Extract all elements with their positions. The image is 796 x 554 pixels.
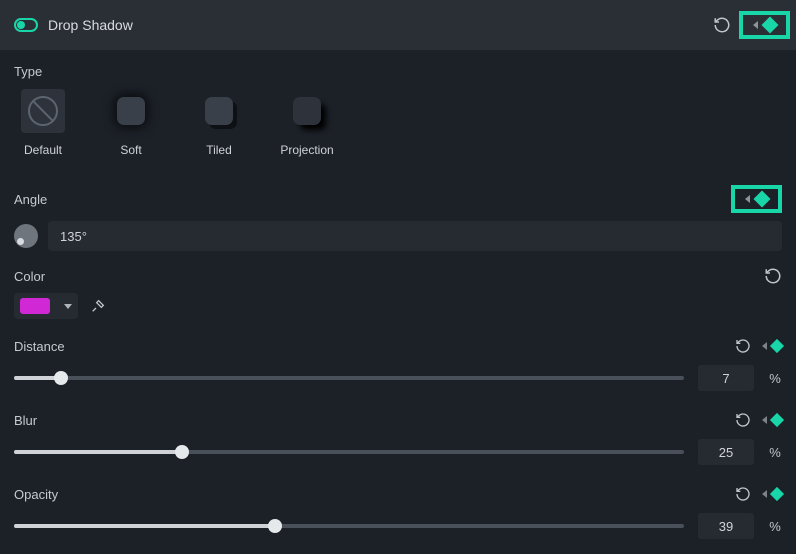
panel-title: Drop Shadow (48, 17, 133, 33)
type-option-tiled[interactable]: Tiled (190, 89, 248, 157)
opacity-row: Opacity 39 % (14, 485, 782, 539)
reset-icon[interactable] (713, 16, 731, 34)
distance-slider[interactable] (14, 376, 684, 380)
type-option-projection[interactable]: Projection (278, 89, 336, 157)
type-option-soft[interactable]: Soft (102, 89, 160, 157)
blur-value[interactable]: 25 (698, 439, 754, 465)
distance-unit: % (768, 371, 782, 386)
type-label: Type (14, 64, 782, 79)
color-swatch (20, 298, 50, 314)
blur-keyframe-button[interactable] (762, 415, 782, 425)
color-head: Color (14, 267, 782, 285)
opacity-label: Opacity (14, 487, 58, 502)
type-swatch-default (21, 89, 65, 133)
angle-head: Angle (14, 185, 782, 213)
angle-row: Angle 135° (14, 185, 782, 251)
keyframe-prev-icon (762, 490, 767, 498)
chevron-down-icon (64, 304, 72, 309)
opacity-value[interactable]: 39 (698, 513, 754, 539)
color-picker-button[interactable] (14, 293, 78, 319)
angle-input[interactable]: 135° (48, 221, 782, 251)
keyframe-diamond-icon (770, 413, 784, 427)
header-controls (713, 11, 790, 39)
keyframe-diamond-icon (770, 487, 784, 501)
blur-unit: % (768, 445, 782, 460)
type-swatch-soft (109, 89, 153, 133)
color-reset-icon[interactable] (764, 267, 782, 285)
opacity-reset-icon[interactable] (734, 485, 752, 503)
type-option-label: Default (14, 143, 72, 157)
distance-value[interactable]: 7 (698, 365, 754, 391)
type-swatch-tiled (197, 89, 241, 133)
panel-keyframe-button[interactable] (739, 11, 790, 39)
distance-label: Distance (14, 339, 65, 354)
keyframe-prev-icon (762, 416, 767, 424)
color-label: Color (14, 269, 45, 284)
type-options: Default Soft Tiled Projection (14, 89, 782, 157)
angle-label: Angle (14, 192, 47, 207)
type-option-label: Soft (102, 143, 160, 157)
distance-row: Distance 7 % (14, 337, 782, 391)
color-body (14, 293, 782, 319)
distance-reset-icon[interactable] (734, 337, 752, 355)
blur-label: Blur (14, 413, 37, 428)
opacity-unit: % (768, 519, 782, 534)
keyframe-prev-icon (753, 21, 758, 29)
distance-keyframe-button[interactable] (762, 341, 782, 351)
slider-thumb[interactable] (175, 445, 189, 459)
type-option-label: Tiled (190, 143, 248, 157)
enable-toggle[interactable] (14, 18, 38, 32)
blur-reset-icon[interactable] (734, 411, 752, 429)
angle-value: 135° (60, 229, 87, 244)
slider-fill (14, 450, 182, 454)
angle-keyframe-button[interactable] (731, 185, 782, 213)
blur-slider[interactable] (14, 450, 684, 454)
type-option-default[interactable]: Default (14, 89, 72, 157)
keyframe-prev-icon (762, 342, 767, 350)
keyframe-diamond-icon (754, 191, 771, 208)
slider-thumb[interactable] (54, 371, 68, 385)
type-option-label: Projection (278, 143, 336, 157)
keyframe-diamond-icon (770, 339, 784, 353)
angle-dial[interactable] (14, 224, 38, 248)
slider-thumb[interactable] (268, 519, 282, 533)
opacity-slider[interactable] (14, 524, 684, 528)
keyframe-prev-icon (745, 195, 750, 203)
opacity-keyframe-button[interactable] (762, 489, 782, 499)
type-swatch-projection (285, 89, 329, 133)
blur-row: Blur 25 % (14, 411, 782, 465)
panel-header: Drop Shadow (0, 0, 796, 50)
angle-body: 135° (14, 221, 782, 251)
slider-fill (14, 524, 275, 528)
eyedropper-icon[interactable] (90, 298, 106, 314)
keyframe-diamond-icon (762, 17, 779, 34)
